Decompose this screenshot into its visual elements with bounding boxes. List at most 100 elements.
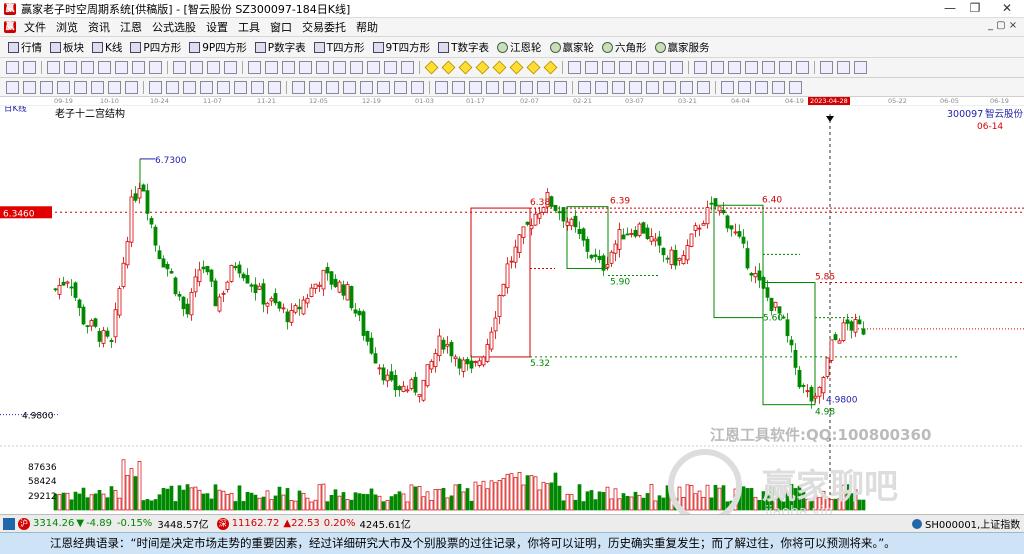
tool-button-0[interactable]: [6, 61, 19, 74]
analysis-tool-button-19[interactable]: [309, 80, 322, 94]
analysis-tool-button-4[interactable]: [74, 80, 87, 94]
tool-button-27[interactable]: [424, 60, 439, 75]
analysis-tool-button-20[interactable]: [326, 80, 339, 94]
tool-button-45[interactable]: [711, 61, 724, 74]
tool-button-5[interactable]: [81, 61, 94, 74]
analysis-tool-button-16[interactable]: [268, 80, 281, 94]
toolbar-service-button[interactable]: 赢家服务: [651, 40, 714, 55]
tool-button-54[interactable]: [854, 61, 867, 74]
analysis-tool-button-9[interactable]: [149, 80, 162, 94]
analysis-tool-button-10[interactable]: [166, 80, 179, 94]
menu-help[interactable]: 帮助: [351, 19, 383, 35]
analysis-tool-button-2[interactable]: [40, 80, 53, 94]
menu-settings[interactable]: 设置: [201, 19, 233, 35]
index-switch-icon[interactable]: [912, 518, 922, 529]
tool-button-33[interactable]: [526, 60, 541, 75]
tool-button-39[interactable]: [619, 61, 632, 74]
tool-button-9[interactable]: [149, 61, 162, 74]
tool-button-21[interactable]: [333, 61, 346, 74]
tool-button-16[interactable]: [248, 61, 261, 74]
tool-button-48[interactable]: [762, 61, 775, 74]
tool-button-36[interactable]: [568, 61, 581, 74]
tool-button-42[interactable]: [670, 61, 683, 74]
analysis-tool-button-41[interactable]: [663, 80, 676, 94]
toolbar-p-square-button[interactable]: P四方形: [126, 40, 185, 55]
tool-button-3[interactable]: [47, 61, 60, 74]
tool-button-7[interactable]: [115, 61, 128, 74]
mdi-controls-icon[interactable]: _ ▢ ×: [988, 20, 1017, 31]
tool-button-20[interactable]: [316, 61, 329, 74]
toolbar-p-table-button[interactable]: P数字表: [251, 40, 310, 55]
tool-button-49[interactable]: [779, 61, 792, 74]
tool-button-4[interactable]: [64, 61, 77, 74]
analysis-tool-button-7[interactable]: [125, 80, 138, 94]
tool-button-46[interactable]: [728, 61, 741, 74]
analysis-tool-button-32[interactable]: [520, 80, 533, 94]
tool-button-12[interactable]: [190, 61, 203, 74]
tool-button-11[interactable]: [173, 61, 186, 74]
tool-button-23[interactable]: [367, 61, 380, 74]
analysis-tool-button-15[interactable]: [251, 80, 264, 94]
menu-tools[interactable]: 工具: [233, 19, 265, 35]
tool-button-38[interactable]: [602, 61, 615, 74]
close-icon[interactable]: ✕: [992, 1, 1022, 15]
analysis-tool-button-34[interactable]: [554, 80, 567, 94]
menu-window[interactable]: 窗口: [265, 19, 297, 35]
tool-button-13[interactable]: [207, 61, 220, 74]
analysis-tool-button-18[interactable]: [292, 80, 305, 94]
tool-button-37[interactable]: [585, 61, 598, 74]
tool-button-18[interactable]: [282, 61, 295, 74]
analysis-tool-button-28[interactable]: [452, 80, 465, 94]
toolbar-9t-square-button[interactable]: 9T四方形: [369, 40, 435, 55]
tool-button-6[interactable]: [98, 61, 111, 74]
analysis-tool-button-1[interactable]: [23, 80, 36, 94]
tool-button-34[interactable]: [543, 60, 558, 75]
analysis-tool-button-27[interactable]: [435, 80, 448, 94]
restore-icon[interactable]: ❐: [960, 1, 990, 15]
analysis-tool-button-33[interactable]: [537, 80, 550, 94]
analysis-tool-button-39[interactable]: [629, 80, 642, 94]
menu-file[interactable]: 文件: [19, 19, 51, 35]
toolbar-block-button[interactable]: 板块: [46, 40, 88, 55]
analysis-tool-button-42[interactable]: [680, 80, 693, 94]
analysis-tool-button-25[interactable]: [411, 80, 424, 94]
menu-trade[interactable]: 交易委托: [297, 19, 351, 35]
toolbar-t-table-button[interactable]: T数字表: [434, 40, 493, 55]
analysis-tool-button-38[interactable]: [612, 80, 625, 94]
toolbar-9p-square-button[interactable]: 9P四方形: [185, 40, 251, 55]
analysis-tool-button-13[interactable]: [217, 80, 230, 94]
analysis-tool-button-49[interactable]: [789, 80, 802, 94]
tool-button-44[interactable]: [694, 61, 707, 74]
menu-info[interactable]: 资讯: [83, 19, 115, 35]
menu-browse[interactable]: 浏览: [51, 19, 83, 35]
grid-icon[interactable]: [3, 517, 15, 530]
tool-button-14[interactable]: [224, 61, 237, 74]
tool-button-41[interactable]: [653, 61, 666, 74]
toolbar-hexagon-button[interactable]: 六角形: [598, 40, 651, 55]
analysis-tool-button-3[interactable]: [57, 80, 70, 94]
analysis-tool-button-36[interactable]: [578, 80, 591, 94]
analysis-tool-button-37[interactable]: [595, 80, 608, 94]
analysis-tool-button-24[interactable]: [394, 80, 407, 94]
tool-button-8[interactable]: [132, 61, 145, 74]
analysis-tool-button-40[interactable]: [646, 80, 659, 94]
toolbar-gann-wheel-button[interactable]: 江恩轮: [493, 40, 546, 55]
toolbar-winner-wheel-button[interactable]: 赢家轮: [546, 40, 599, 55]
analysis-tool-button-0[interactable]: [6, 80, 19, 94]
tool-button-29[interactable]: [458, 60, 473, 75]
analysis-tool-button-22[interactable]: [360, 80, 373, 94]
tool-button-1[interactable]: [23, 61, 36, 74]
menu-formula[interactable]: 公式选股: [147, 19, 201, 35]
analysis-tool-button-14[interactable]: [234, 80, 247, 94]
analysis-tool-button-43[interactable]: [697, 80, 710, 94]
analysis-tool-button-47[interactable]: [755, 80, 768, 94]
candlestick-chart[interactable]: 6.3460 6.7300 6.38 6.39 6.40 5.90 5.85 5.60 5.3…: [0, 106, 1024, 514]
tool-button-31[interactable]: [492, 60, 507, 75]
analysis-tool-button-45[interactable]: [721, 80, 734, 94]
tool-button-24[interactable]: [384, 61, 397, 74]
toolbar-kline-button[interactable]: K线: [88, 40, 126, 55]
tool-button-40[interactable]: [636, 61, 649, 74]
index-switch-label[interactable]: SH000001,上证指数: [925, 516, 1020, 531]
tool-button-32[interactable]: [509, 60, 524, 75]
tool-button-50[interactable]: [796, 61, 809, 74]
